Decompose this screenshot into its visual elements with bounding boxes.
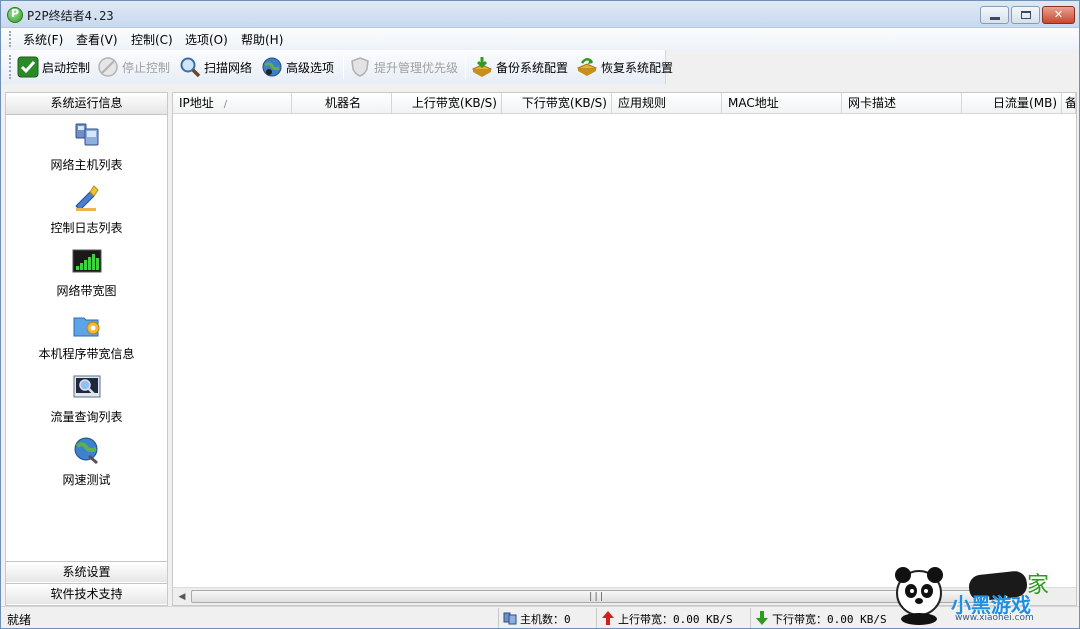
- menu-control[interactable]: 控制(C): [131, 31, 173, 48]
- minimize-icon: [990, 17, 1000, 20]
- nav-label: 控制日志列表: [50, 221, 123, 235]
- upload-bandwidth-cell: 上行带宽：0.00 KB/S: [596, 608, 748, 628]
- app-window: P2P终结者4.23 ✕ 系统(F) 查看(V) 控制(C) 选项(O) 帮助(…: [0, 0, 1080, 629]
- maximize-icon: [1021, 11, 1031, 19]
- window-title: P2P终结者4.23: [27, 9, 114, 23]
- scroll-left-icon[interactable]: ◀: [175, 590, 189, 604]
- nav-label: 网速测试: [62, 473, 111, 487]
- column-header-upload[interactable]: 上行带宽(KB/S): [392, 93, 502, 114]
- nav-item-control-log[interactable]: 控制日志列表: [6, 184, 167, 244]
- panda-logo-icon: [895, 567, 943, 625]
- app-logo-icon: [7, 7, 23, 23]
- download-bandwidth-cell: 下行带宽：0.00 KB/S: [750, 608, 910, 628]
- toolbar-separator: [465, 55, 466, 79]
- globe-settings-icon: [262, 57, 282, 77]
- sort-indicator: /: [223, 99, 228, 110]
- grip-icon: |||: [588, 592, 605, 602]
- advanced-options-button[interactable]: 高级选项: [261, 55, 339, 79]
- control-log-icon: [75, 185, 99, 211]
- raise-priority-label: 提升管理优先级: [374, 61, 459, 75]
- nav-item-network-hosts[interactable]: 网络主机列表: [6, 121, 167, 181]
- shield-icon: [351, 57, 369, 77]
- title-bar[interactable]: P2P终结者4.23 ✕: [1, 1, 1079, 28]
- system-settings-tab[interactable]: 系统设置: [6, 561, 167, 582]
- column-header-nic[interactable]: 网卡描述: [842, 93, 962, 114]
- column-header-ip[interactable]: IP地址 /: [173, 93, 292, 114]
- restore-config-button[interactable]: 恢复系统配置: [576, 55, 676, 79]
- nav-label: 本机程序带宽信息: [38, 347, 135, 361]
- nav-item-program-bandwidth[interactable]: 本机程序带宽信息: [6, 310, 167, 370]
- host-list-table[interactable]: IP地址 / 机器名 上行带宽(KB/S) 下行带宽(KB/S) 应用规则 MAC…: [172, 92, 1077, 606]
- watermark-url: www.xiaohei.com: [955, 613, 1034, 623]
- column-header-download[interactable]: 下行带宽(KB/S): [502, 93, 612, 114]
- menu-help[interactable]: 帮助(H): [241, 31, 283, 48]
- host-count-text: 主机数：0: [520, 613, 571, 626]
- download-bandwidth-text: 下行带宽：0.00 KB/S: [772, 613, 887, 626]
- bandwidth-chart-icon: [72, 249, 102, 273]
- restore-config-label: 恢复系统配置: [601, 61, 674, 75]
- tech-support-tab[interactable]: 软件技术支持: [6, 583, 167, 604]
- host-count-cell: 主机数：0: [498, 608, 594, 628]
- toolbar-grip[interactable]: [9, 55, 11, 79]
- column-header-rule[interactable]: 应用规则: [612, 93, 722, 114]
- close-icon: ✕: [1053, 8, 1064, 21]
- host-icon: [503, 612, 517, 625]
- upload-bandwidth-text: 上行带宽：0.00 KB/S: [618, 613, 733, 626]
- down-arrow-icon: [756, 611, 768, 625]
- check-icon: [17, 56, 39, 78]
- scrollbar-thumb[interactable]: |||: [191, 590, 1011, 603]
- start-control-label: 启动控制: [42, 61, 91, 75]
- panel-header[interactable]: 系统运行信息: [6, 93, 167, 115]
- menu-options[interactable]: 选项(O): [185, 31, 228, 48]
- menu-view[interactable]: 查看(V): [76, 31, 118, 48]
- toolbar: 启动控制 停止控制 扫描网络 高级选项 提升管理优先级 备份系统配置 恢复系统配…: [1, 50, 673, 84]
- maximize-button[interactable]: [1011, 6, 1040, 24]
- column-header-daily-traffic[interactable]: 日流量(MB): [962, 93, 1062, 114]
- column-header-remark[interactable]: 备: [1062, 93, 1076, 114]
- column-header-mac[interactable]: MAC地址: [722, 93, 842, 114]
- nav-label: 网络主机列表: [50, 158, 123, 172]
- toolbar-separator: [343, 55, 344, 79]
- stop-control-label: 停止控制: [122, 61, 171, 75]
- stop-control-button[interactable]: 停止控制: [97, 55, 175, 79]
- menubar-grip[interactable]: [9, 31, 11, 47]
- program-bandwidth-icon: [73, 317, 100, 337]
- network-hosts-icon: [75, 123, 99, 146]
- close-button[interactable]: ✕: [1042, 6, 1075, 24]
- nav-item-traffic-query[interactable]: 流量查询列表: [6, 373, 167, 433]
- traffic-query-icon: [73, 375, 101, 398]
- stop-icon: [98, 57, 118, 77]
- backup-config-label: 备份系统配置: [496, 61, 569, 75]
- restore-icon: [576, 58, 598, 76]
- left-navigation-panel: 系统运行信息 网络主机列表 控制日志列表 网络带宽图 本机程序带宽信息 流量查询…: [5, 92, 168, 606]
- start-control-button[interactable]: 启动控制: [17, 55, 95, 79]
- up-arrow-icon: [602, 611, 614, 625]
- nav-item-speed-test[interactable]: 网速测试: [6, 436, 167, 496]
- magnifier-icon: [180, 57, 201, 78]
- site-watermark: 家 小黑游戏 www.xiaohei.com: [889, 559, 1079, 627]
- nav-item-bandwidth-chart[interactable]: 网络带宽图: [6, 247, 167, 307]
- raise-priority-button[interactable]: 提升管理优先级: [349, 55, 461, 79]
- advanced-options-label: 高级选项: [286, 61, 335, 75]
- status-state: 就绪: [7, 613, 32, 627]
- column-label: IP地址: [179, 96, 214, 110]
- nav-label: 网络带宽图: [56, 284, 117, 298]
- scan-network-label: 扫描网络: [204, 61, 253, 75]
- backup-icon: [471, 57, 493, 77]
- menu-bar: 系统(F) 查看(V) 控制(C) 选项(O) 帮助(H): [1, 28, 1079, 50]
- minimize-button[interactable]: [980, 6, 1009, 24]
- menu-system[interactable]: 系统(F): [23, 31, 63, 48]
- column-header-hostname[interactable]: 机器名: [292, 93, 392, 114]
- backup-config-button[interactable]: 备份系统配置: [471, 55, 571, 79]
- nav-label: 流量查询列表: [50, 410, 123, 424]
- speed-test-icon: [74, 437, 98, 465]
- scan-network-button[interactable]: 扫描网络: [179, 55, 257, 79]
